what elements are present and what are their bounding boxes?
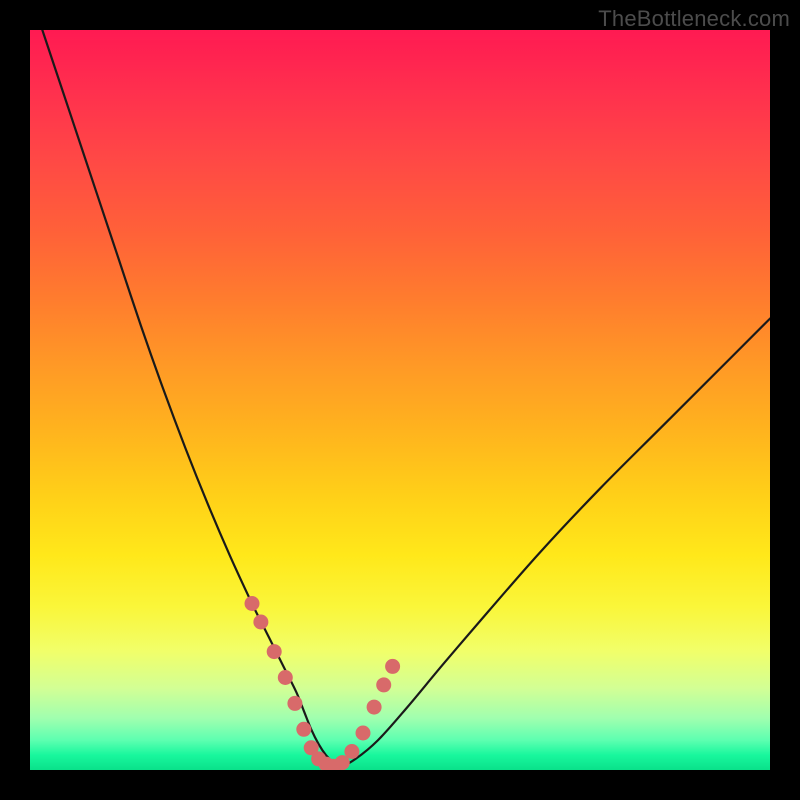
trough-marker bbox=[367, 700, 382, 715]
trough-marker bbox=[356, 726, 371, 741]
trough-marker bbox=[296, 722, 311, 737]
trough-markers bbox=[245, 596, 401, 770]
trough-marker bbox=[245, 596, 260, 611]
trough-marker bbox=[287, 696, 302, 711]
plot-area bbox=[30, 30, 770, 770]
trough-marker bbox=[376, 677, 391, 692]
chart-svg bbox=[30, 30, 770, 770]
trough-marker bbox=[278, 670, 293, 685]
trough-marker bbox=[344, 744, 359, 759]
bottleneck-curve bbox=[30, 30, 770, 766]
trough-marker bbox=[385, 659, 400, 674]
chart-frame: TheBottleneck.com bbox=[0, 0, 800, 800]
trough-marker bbox=[253, 615, 268, 630]
watermark-text: TheBottleneck.com bbox=[598, 6, 790, 32]
trough-marker bbox=[267, 644, 282, 659]
